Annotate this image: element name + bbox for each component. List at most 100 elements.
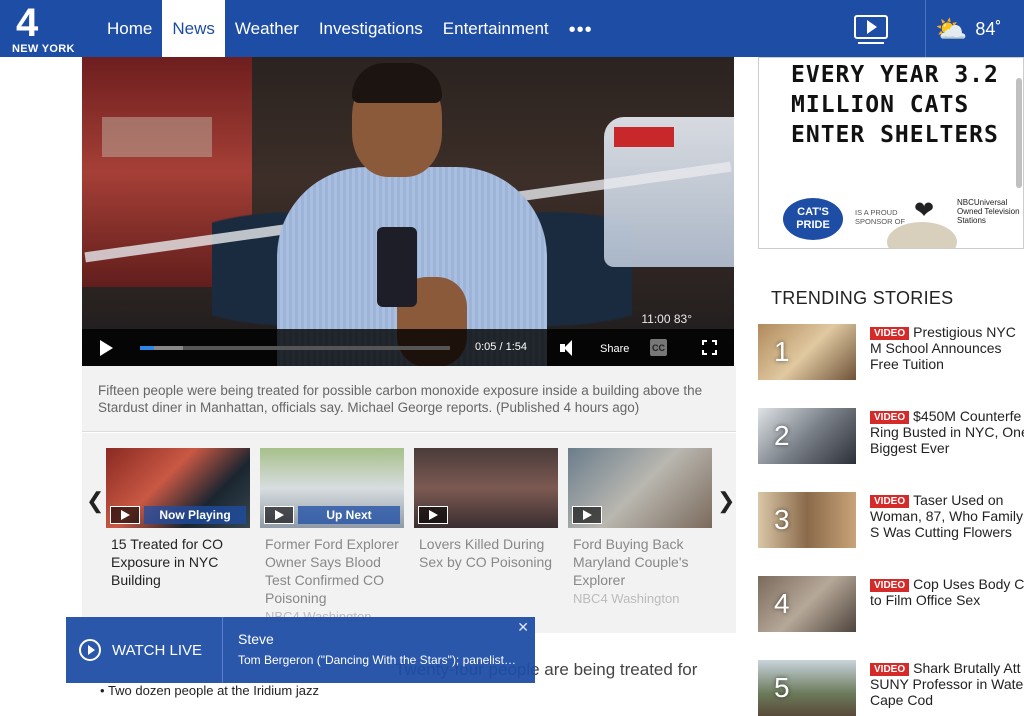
watch-live-label: WATCH LIVE <box>112 642 203 659</box>
nav-item-investigations[interactable]: Investigations <box>309 0 433 57</box>
more-menu-icon[interactable]: ••• <box>559 0 603 57</box>
live-show-title: Steve <box>238 631 274 647</box>
carousel-card[interactable]: Now Playing 15 Treated for CO Exposure i… <box>106 448 250 589</box>
nav-item-home[interactable]: Home <box>97 0 162 57</box>
video-thumbnail[interactable] <box>414 448 558 528</box>
trending-rank: 4 <box>774 588 790 619</box>
live-play-icon <box>79 639 101 661</box>
trending-stories-heading: TRENDING STORIES <box>771 288 954 308</box>
card-title[interactable]: 15 Treated for CO Exposure in NYC Buildi… <box>106 535 250 589</box>
video-badge: VIDEO <box>870 579 910 592</box>
video-frame: 11:00 83° <box>82 57 734 366</box>
closed-captions-button[interactable]: CC <box>650 339 667 356</box>
trending-item[interactable]: 2 VIDEO $450M Counterfe Ring Busted in NY… <box>758 408 1024 464</box>
watch-live-bar[interactable]: WATCH LIVE Steve Tom Bergeron ("Dancing … <box>66 617 535 683</box>
thumbnail-play-icon[interactable] <box>110 506 140 524</box>
main-nav: Home News Weather Investigations Enterta… <box>97 0 603 57</box>
volume-icon[interactable] <box>560 340 576 356</box>
carousel-cards: Now Playing 15 Treated for CO Exposure i… <box>106 448 712 633</box>
logo-city: NEW YORK <box>12 43 75 55</box>
trending-rank: 5 <box>774 672 790 703</box>
video-carousel: ❮ ❯ Now Playing 15 Treated for CO Exposu… <box>82 433 736 633</box>
trending-headline[interactable]: VIDEO Prestigious NYC M School Announces … <box>870 324 1024 372</box>
weather-widget[interactable]: ⛅ 84˚ <box>935 14 1001 45</box>
trending-thumbnail[interactable]: 3 <box>758 492 856 548</box>
carousel-prev-icon[interactable]: ❮ <box>86 488 104 514</box>
trending-item[interactable]: 5 VIDEO Shark Brutally Att SUNY Professor… <box>758 660 1024 716</box>
trending-thumbnail[interactable]: 4 <box>758 576 856 632</box>
trending-rank: 1 <box>774 336 790 367</box>
share-button[interactable]: Share <box>600 343 629 355</box>
card-title[interactable]: Former Ford Explorer Owner Says Blood Te… <box>260 535 404 607</box>
header-divider <box>925 0 926 57</box>
ad-headline: EVERY YEAR 3.2 MILLION CATS ENTER SHELTE… <box>791 62 999 148</box>
nav-item-news[interactable]: News <box>162 0 225 57</box>
trending-rank: 2 <box>774 420 790 451</box>
partly-cloudy-icon: ⛅ <box>935 14 968 44</box>
now-playing-badge: Now Playing <box>144 506 246 524</box>
heart-paw-icon: ❤ <box>914 197 935 224</box>
trending-thumbnail[interactable]: 5 <box>758 660 856 716</box>
card-source: NBC4 Washington <box>573 591 680 606</box>
ad-scrollbar[interactable] <box>1016 78 1022 188</box>
carousel-card[interactable]: Lovers Killed During Sex by CO Poisoning <box>414 448 558 571</box>
watch-live-button[interactable]: WATCH LIVE <box>66 617 223 683</box>
police-car-graphic <box>604 117 734 267</box>
logo-number: 4 <box>16 1 38 45</box>
trending-item[interactable]: 4 VIDEO Cop Uses Body C to Film Office Se… <box>758 576 1024 632</box>
play-icon[interactable] <box>100 340 113 356</box>
trending-headline[interactable]: VIDEO Shark Brutally Att SUNY Professor i… <box>870 660 1024 708</box>
live-show-description: Tom Bergeron ("Dancing With the Stars");… <box>238 653 518 667</box>
nav-item-weather[interactable]: Weather <box>225 0 309 57</box>
trending-thumbnail[interactable]: 2 <box>758 408 856 464</box>
top-navigation-bar: 4 NEW YORK Home News Weather Investigati… <box>0 0 1024 57</box>
carousel-card[interactable]: Ford Buying Back Maryland Couple's Explo… <box>568 448 712 606</box>
nbcu-partner-text: NBCUniversal Owned Television Stations <box>957 198 1020 225</box>
video-badge: VIDEO <box>870 327 910 340</box>
trending-headline[interactable]: VIDEO Cop Uses Body C to Film Office Sex <box>870 576 1024 608</box>
close-icon[interactable]: ✕ <box>517 619 529 636</box>
trending-headline[interactable]: VIDEO $450M Counterfe Ring Busted in NYC,… <box>870 408 1024 456</box>
nav-item-entertainment[interactable]: Entertainment <box>433 0 559 57</box>
cat-image <box>887 222 957 248</box>
video-badge: VIDEO <box>870 495 910 508</box>
progress-fill <box>140 346 154 350</box>
card-title[interactable]: Lovers Killed During Sex by CO Poisoning <box>414 535 558 571</box>
thumbnail-play-icon[interactable] <box>418 506 448 524</box>
trending-thumbnail[interactable]: 1 <box>758 324 856 380</box>
cats-pride-logo: CAT'S PRIDE <box>783 198 843 240</box>
reporter-graphic <box>277 63 547 366</box>
card-title[interactable]: Ford Buying Back Maryland Couple's Explo… <box>568 535 712 589</box>
video-caption: Fifteen people were being treated for po… <box>82 366 736 432</box>
carousel-card[interactable]: Up Next Former Ford Explorer Owner Says … <box>260 448 404 624</box>
trending-rank: 3 <box>774 504 790 535</box>
video-badge: VIDEO <box>870 411 910 424</box>
article-bullet-text: Two dozen people at the Iridium jazz <box>107 683 319 698</box>
video-badge: VIDEO <box>870 663 910 676</box>
progress-bar[interactable] <box>140 346 450 350</box>
video-player-icon[interactable] <box>854 15 888 44</box>
trending-headline[interactable]: VIDEO Taser Used on Woman, 87, Who Family… <box>870 492 1024 540</box>
reporter-hair <box>352 63 442 103</box>
thumbnail-play-icon[interactable] <box>572 506 602 524</box>
article-bullet: • Two dozen people at the Iridium jazz <box>100 683 319 698</box>
temperature: 84˚ <box>975 19 1002 39</box>
thumbnail-play-icon[interactable] <box>264 506 294 524</box>
time-separator: / <box>499 341 503 353</box>
microphone-graphic <box>377 227 417 307</box>
video-time-temp-bug: 11:00 83° <box>641 312 692 326</box>
advertisement[interactable]: EVERY YEAR 3.2 MILLION CATS ENTER SHELTE… <box>758 57 1024 249</box>
video-thumbnail[interactable] <box>568 448 712 528</box>
trending-item[interactable]: 1 VIDEO Prestigious NYC M School Announce… <box>758 324 1024 380</box>
player-controls: 0:05 / 1:54 Share CC <box>82 329 734 366</box>
total-time: 1:54 <box>505 341 528 353</box>
ad-sponsor-text: IS A PROUD SPONSOR OF <box>855 208 906 226</box>
fullscreen-icon[interactable] <box>701 339 718 356</box>
trending-item[interactable]: 3 VIDEO Taser Used on Woman, 87, Who Fami… <box>758 492 1024 548</box>
carousel-next-icon[interactable]: ❯ <box>717 488 735 514</box>
video-thumbnail[interactable]: Now Playing <box>106 448 250 528</box>
up-next-badge: Up Next <box>298 506 400 524</box>
nbc4-logo[interactable]: 4 NEW YORK <box>10 1 80 55</box>
video-thumbnail[interactable]: Up Next <box>260 448 404 528</box>
video-player[interactable]: 11:00 83° 0:05 / 1:54 Share CC <box>82 57 734 366</box>
